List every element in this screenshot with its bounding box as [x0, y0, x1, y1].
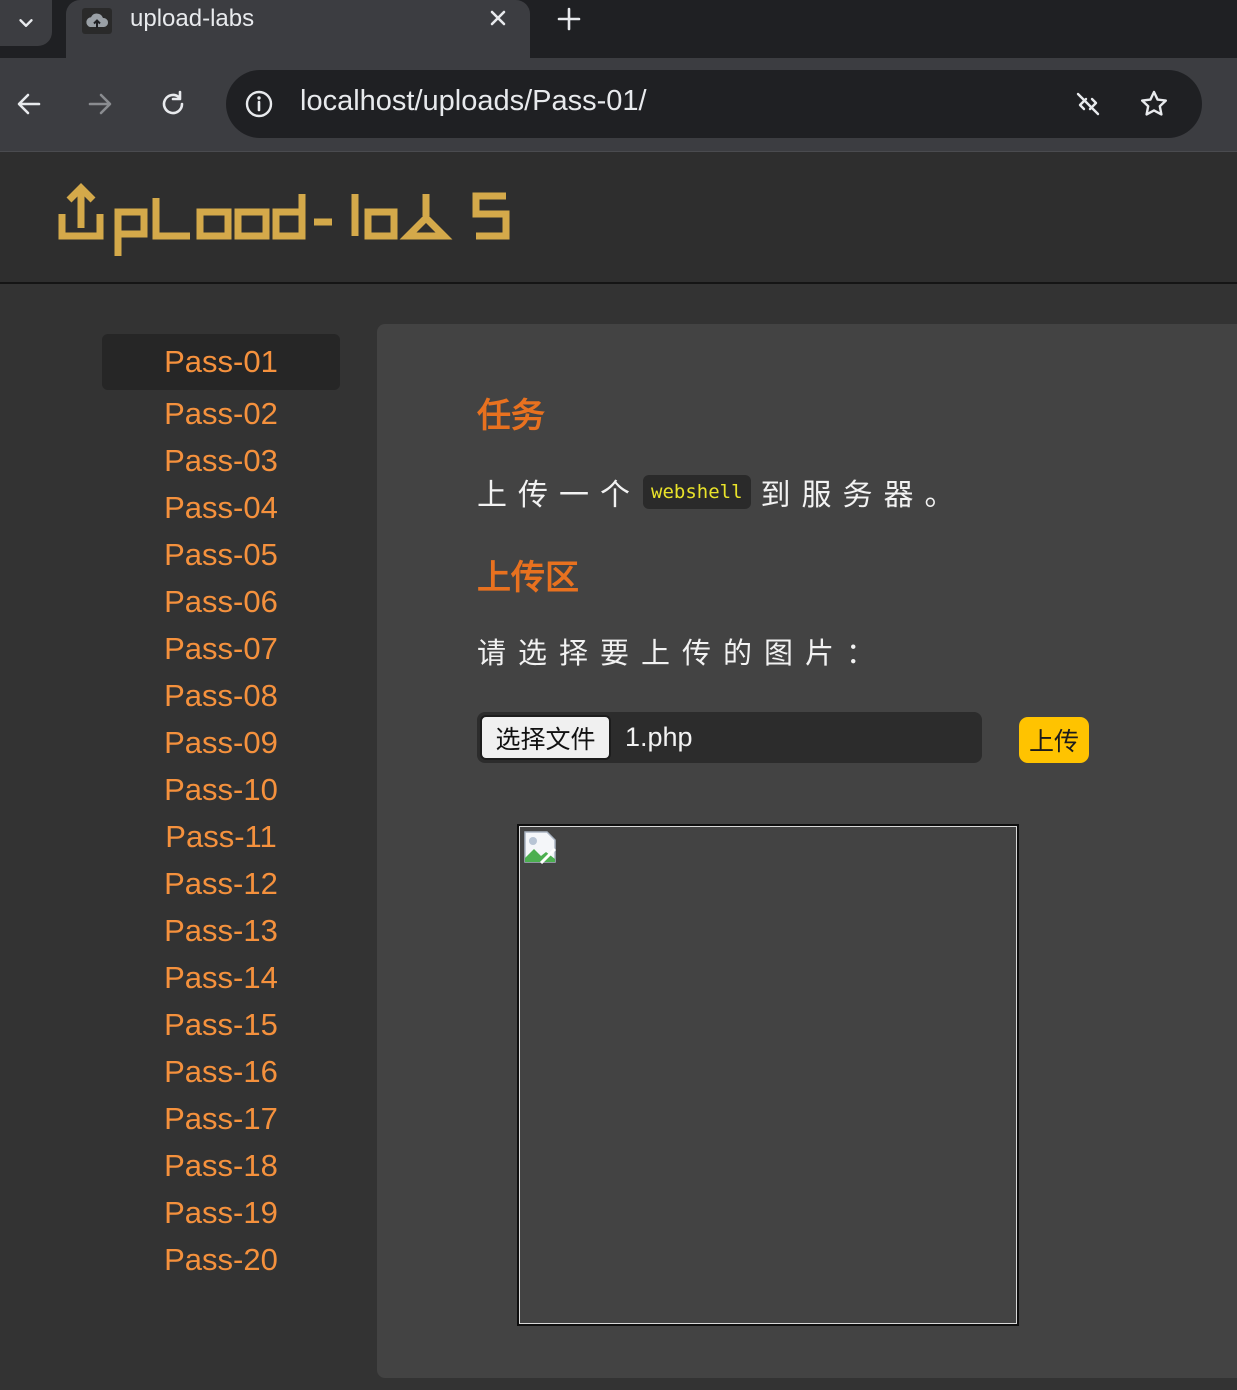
- choose-file-button[interactable]: 选择文件: [480, 715, 611, 760]
- sidebar-item-pass-13[interactable]: Pass-13: [102, 907, 340, 954]
- sidebar-item-pass-11[interactable]: Pass-11: [102, 813, 340, 860]
- task-code: webshell: [643, 475, 751, 509]
- task-description: 上传一个 webshell 到服务器。: [477, 470, 966, 514]
- sidebar-item-pass-10[interactable]: Pass-10: [102, 766, 340, 813]
- site-logo[interactable]: upload-labs: [58, 180, 514, 262]
- link-off-icon[interactable]: [1072, 88, 1104, 120]
- site-info-icon[interactable]: [244, 89, 274, 119]
- sidebar-item-pass-07[interactable]: Pass-07: [102, 625, 340, 672]
- cloud-upload-icon: [82, 8, 112, 34]
- sidebar-item-pass-04[interactable]: Pass-04: [102, 484, 340, 531]
- bookmark-star-icon[interactable]: [1138, 88, 1170, 120]
- browser-tabstrip: upload-labs: [0, 0, 1237, 58]
- tab-title: upload-labs: [130, 5, 255, 32]
- upload-heading: 上传区: [477, 559, 579, 597]
- sidebar-item-pass-12[interactable]: Pass-12: [102, 860, 340, 907]
- selected-file-name: 1.php: [625, 722, 693, 752]
- task-text-before: 上传一个: [477, 479, 641, 512]
- forward-arrow-icon[interactable]: [85, 89, 115, 119]
- address-url: localhost/uploads/Pass-01/: [300, 85, 647, 117]
- sidebar-item-pass-06[interactable]: Pass-06: [102, 578, 340, 625]
- upload-submit-button[interactable]: 上传: [1019, 717, 1089, 763]
- address-bar[interactable]: localhost/uploads/Pass-01/: [226, 70, 1202, 138]
- sidebar-item-pass-08[interactable]: Pass-08: [102, 672, 340, 719]
- task-text-after: 到服务器。: [760, 479, 966, 512]
- sidebar-item-pass-02[interactable]: Pass-02: [102, 390, 340, 437]
- sidebar-item-pass-01[interactable]: Pass-01: [102, 334, 340, 390]
- pass-menu: Pass-01 Pass-02 Pass-03 Pass-04 Pass-05 Pass-…: [102, 334, 340, 1283]
- reload-icon[interactable]: [158, 89, 188, 119]
- sidebar-item-pass-18[interactable]: Pass-18: [102, 1142, 340, 1189]
- upload-label: 请选择要上传的图片：: [477, 638, 888, 670]
- sidebar-item-pass-05[interactable]: Pass-05: [102, 531, 340, 578]
- site-header: upload-labs: [0, 152, 1237, 284]
- sidebar-item-pass-19[interactable]: Pass-19: [102, 1189, 340, 1236]
- sidebar-item-pass-03[interactable]: Pass-03: [102, 437, 340, 484]
- sidebar-item-pass-15[interactable]: Pass-15: [102, 1001, 340, 1048]
- tab-search-button[interactable]: [0, 0, 52, 46]
- content-panel: 任务 上传一个 webshell 到服务器。 上传区 请选择要上传的图片： 选择…: [377, 324, 1237, 1378]
- browser-tab[interactable]: upload-labs: [66, 0, 530, 58]
- broken-image-icon: [524, 831, 557, 864]
- file-input[interactable]: 选择文件 1.php: [477, 712, 982, 763]
- sidebar-item-pass-17[interactable]: Pass-17: [102, 1095, 340, 1142]
- chevron-down-icon: [19, 19, 33, 27]
- new-tab-plus-icon[interactable]: [556, 6, 582, 32]
- close-icon[interactable]: [486, 6, 510, 30]
- sidebar-item-pass-16[interactable]: Pass-16: [102, 1048, 340, 1095]
- sidebar-item-pass-09[interactable]: Pass-09: [102, 719, 340, 766]
- image-preview-frame: [519, 826, 1017, 1324]
- image-preview: [517, 824, 1019, 1326]
- sidebar-item-pass-14[interactable]: Pass-14: [102, 954, 340, 1001]
- browser-toolbar: localhost/uploads/Pass-01/: [0, 58, 1237, 151]
- task-heading: 任务: [477, 397, 545, 435]
- sidebar-item-pass-20[interactable]: Pass-20: [102, 1236, 340, 1283]
- back-arrow-icon[interactable]: [14, 89, 44, 119]
